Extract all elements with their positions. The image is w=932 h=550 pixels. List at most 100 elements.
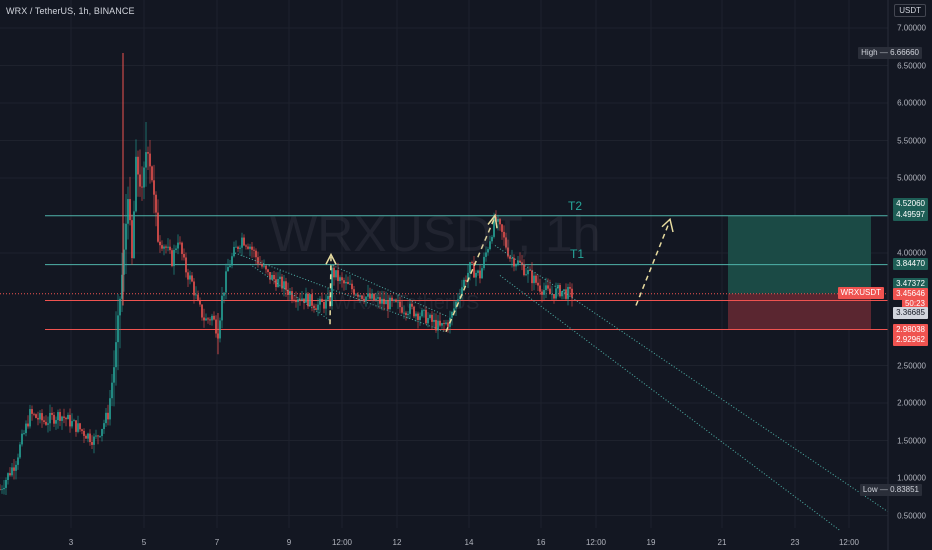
candle-body [559, 284, 561, 297]
watermark-ticker: WRXUSDT, 1h [270, 206, 601, 262]
candle-body [525, 274, 527, 276]
candle-body [533, 275, 535, 284]
candle-body [213, 315, 215, 320]
candle-body [249, 246, 251, 249]
time-tick-label: 16 [536, 538, 546, 547]
candle-body [71, 421, 73, 427]
candle-body [17, 457, 19, 465]
candle-body [201, 304, 203, 318]
candle-body [479, 270, 481, 279]
candle-body [337, 270, 339, 282]
candle-body [515, 264, 517, 267]
candle-body [237, 246, 239, 249]
high-tag-label: High [861, 48, 878, 57]
candle-body [143, 167, 145, 188]
candle-body [341, 277, 343, 281]
candle-body [259, 263, 261, 265]
candle-body [167, 246, 169, 248]
price-chart[interactable] [0, 0, 932, 550]
currency-badge[interactable]: USDT [894, 4, 926, 17]
candle-body [239, 247, 241, 249]
candle-body [119, 298, 121, 316]
candle-body [91, 442, 93, 445]
candle-body [11, 467, 13, 476]
candle-body [7, 473, 9, 480]
candle-body [187, 272, 189, 280]
candle-body [441, 323, 443, 326]
candle-body [469, 262, 471, 273]
candle-body [333, 267, 335, 278]
candle-body [323, 302, 325, 309]
candle-body [37, 417, 39, 420]
candle-body [13, 467, 15, 471]
candle-body [109, 398, 111, 420]
candle-body [253, 249, 255, 251]
candle-body [101, 429, 103, 437]
low-price-tag: Low — 0.83851 [859, 484, 922, 496]
candle-body [19, 444, 21, 458]
time-tick-label: 12 [392, 538, 402, 547]
candle-body [321, 298, 323, 303]
price-tick-label: 2.50000 [897, 361, 926, 370]
candle-body [317, 304, 319, 310]
price-tick-label: 0.50000 [897, 511, 926, 520]
candle-body [55, 420, 57, 424]
candle-body [117, 315, 119, 343]
candle-body [191, 275, 193, 282]
candle-body [23, 433, 25, 434]
candle-body [25, 423, 27, 434]
high-price-tag: High — 6.66660 [858, 47, 922, 59]
candle-body [561, 291, 563, 297]
candle-body [35, 414, 37, 418]
candle-body [81, 429, 83, 431]
candle-body [295, 300, 297, 303]
candle-body [127, 199, 129, 224]
candle-body [535, 275, 537, 283]
candle-body [225, 271, 227, 293]
candle-body [291, 291, 293, 300]
price-tick-label: 1.50000 [897, 436, 926, 445]
candle-body [63, 416, 65, 418]
candle-body [275, 279, 277, 288]
candle-body [539, 285, 541, 292]
candle-body [189, 275, 191, 280]
candle-body [273, 274, 275, 280]
candle-body [173, 249, 175, 267]
time-tick-label: 19 [646, 538, 656, 547]
candle-body [79, 423, 81, 430]
candle-body [241, 237, 243, 248]
candle-body [169, 246, 171, 251]
candle-body [147, 152, 149, 154]
candle-body [171, 250, 173, 267]
candle-body [157, 212, 159, 242]
candle-body [349, 283, 351, 285]
price-tick-label: 1.00000 [897, 473, 926, 483]
price-tick-label: 2.00000 [897, 398, 926, 408]
candle-body [285, 281, 287, 290]
candle-body [261, 264, 263, 267]
candle-body [563, 289, 565, 292]
high-tag-value: 6.66660 [890, 48, 919, 57]
candle-body [345, 281, 347, 284]
time-tick-label: 21 [717, 538, 727, 547]
candle-body [61, 416, 63, 421]
position-zones [728, 215, 871, 330]
candle-body [565, 289, 567, 299]
candle-body [73, 420, 75, 422]
candle-body [255, 250, 257, 258]
low-tag-label: Low [862, 485, 878, 494]
candle-body [569, 287, 571, 289]
candle-body [139, 174, 141, 187]
candle-body [115, 342, 117, 368]
candle-body [233, 246, 235, 257]
t1-price-tag: 3.84470 [893, 258, 928, 270]
symbol-title[interactable]: WRX / TetherUS, 1h, BINANCE [6, 6, 135, 16]
candle-body [159, 241, 161, 246]
candle-body [153, 180, 155, 195]
candle-body [57, 412, 59, 421]
candle-body [1, 489, 3, 491]
candle-body [75, 420, 77, 432]
candle-body [31, 409, 33, 414]
candle-body [95, 435, 97, 437]
candle-body [67, 414, 69, 420]
